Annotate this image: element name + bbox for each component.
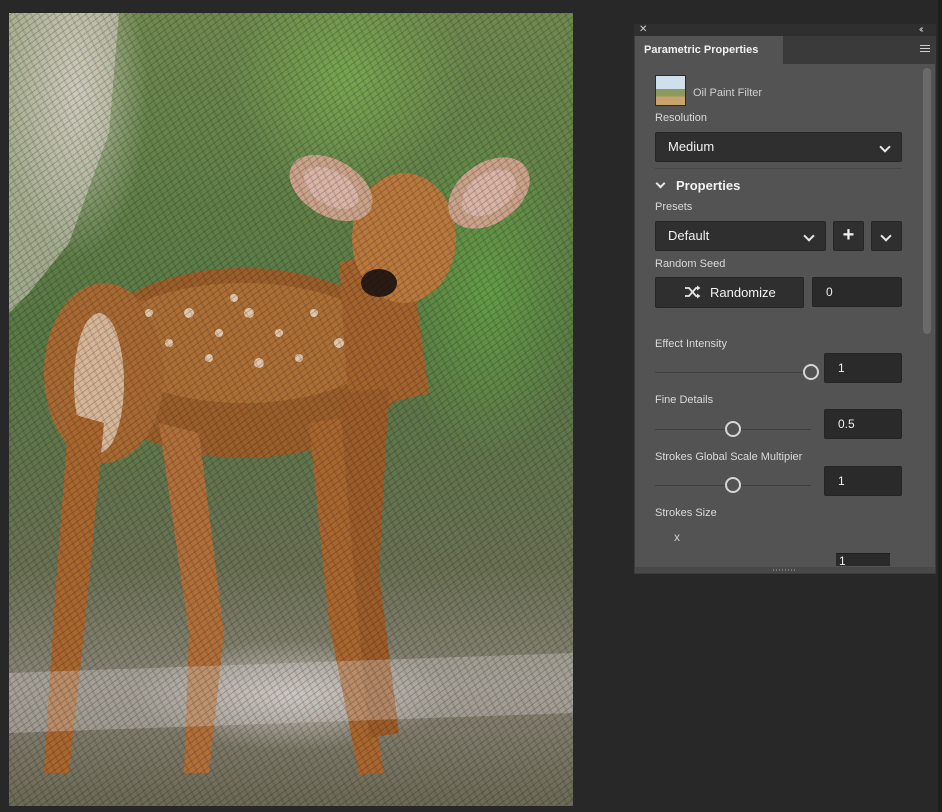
presets-value: Default xyxy=(668,228,710,243)
effect-intensity-handle[interactable] xyxy=(803,364,819,380)
effect-intensity-track[interactable] xyxy=(655,372,811,373)
strokes-scale-handle[interactable] xyxy=(725,477,741,493)
fine-details-field[interactable]: 0.5 xyxy=(824,409,902,439)
panel-menu-icon[interactable] xyxy=(920,45,930,54)
randomize-label: Randomize xyxy=(710,285,776,300)
fine-details-label: Fine Details xyxy=(655,394,714,406)
random-seed-label: Random Seed xyxy=(655,258,726,270)
add-preset-button[interactable]: + xyxy=(833,221,864,251)
window-edge xyxy=(938,0,942,812)
double-chevron-icon[interactable]: ‹‹ xyxy=(919,25,923,35)
chevron-down-icon xyxy=(803,230,815,242)
filter-thumbnail xyxy=(655,75,686,106)
effect-intensity-field[interactable]: 1 xyxy=(824,353,902,383)
filter-name: Oil Paint Filter xyxy=(693,87,763,99)
section-divider xyxy=(655,168,902,169)
strokes-scale-label: Strokes Global Scale Multipier xyxy=(655,451,803,463)
strokes-size-label: Strokes Size xyxy=(655,507,717,519)
chevron-down-icon xyxy=(879,141,891,153)
resolution-value: Medium xyxy=(668,139,715,154)
properties-section-header[interactable]: Properties xyxy=(676,178,740,193)
resolution-dropdown[interactable]: Medium xyxy=(655,132,902,162)
fawn-illustration xyxy=(9,13,573,775)
resolution-label: Resolution xyxy=(655,112,707,124)
panel-scrollbar-thumb[interactable] xyxy=(923,68,931,334)
random-seed-field[interactable]: 0 xyxy=(812,277,902,307)
canvas-area[interactable] xyxy=(0,0,620,812)
randomize-button[interactable]: Randomize xyxy=(655,277,804,308)
strokes-size-x-field[interactable]: 1 xyxy=(836,553,890,566)
shuffle-icon xyxy=(685,285,701,299)
tab-parametric-properties[interactable]: Parametric Properties xyxy=(635,36,783,64)
presets-label: Presets xyxy=(655,201,693,213)
chevron-down-icon xyxy=(880,230,892,242)
grip-dots xyxy=(773,569,795,571)
fine-details-handle[interactable] xyxy=(725,421,741,437)
preset-options-button[interactable] xyxy=(871,221,902,251)
oil-paint-image[interactable] xyxy=(9,13,573,806)
presets-dropdown[interactable]: Default xyxy=(655,221,826,251)
panel-title-strip xyxy=(634,24,936,36)
close-icon[interactable]: ✕ xyxy=(639,25,647,35)
strokes-size-x-label: x xyxy=(674,530,680,544)
strokes-scale-field[interactable]: 1 xyxy=(824,466,902,496)
panel-tabbar: Parametric Properties xyxy=(635,36,935,64)
effect-intensity-label: Effect Intensity xyxy=(655,338,727,350)
